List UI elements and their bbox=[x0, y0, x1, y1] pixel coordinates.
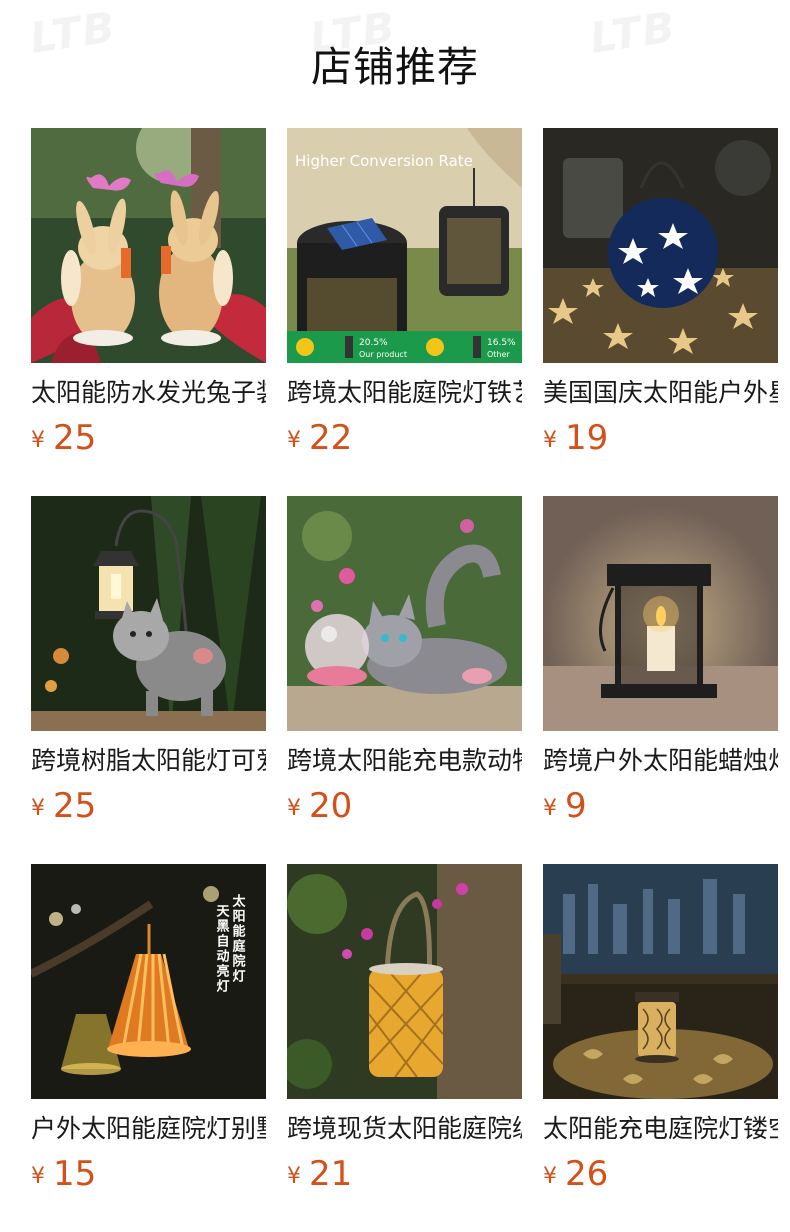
product-name[interactable]: 跨境太阳能充电款动物灯 bbox=[287, 744, 522, 778]
currency-symbol: ¥ bbox=[287, 428, 301, 453]
image-caption: Our product bbox=[359, 350, 407, 359]
product-card[interactable]: Higher Conversion Rate 20.5% Our product bbox=[287, 128, 522, 496]
product-card[interactable]: 太阳能防水发光兔子装饰灯 ¥25 bbox=[31, 128, 266, 496]
price-value: 21 bbox=[309, 1154, 353, 1194]
product-card[interactable]: 跨境太阳能充电款动物灯 ¥20 bbox=[287, 496, 522, 864]
currency-symbol: ¥ bbox=[543, 428, 557, 453]
product-price: ¥20 bbox=[287, 786, 522, 826]
product-name[interactable]: 户外太阳能庭院灯别墅装饰 bbox=[31, 1112, 266, 1146]
section-title: 店铺推荐 bbox=[311, 43, 479, 91]
product-card[interactable]: 美国国庆太阳能户外星星灯 ¥19 bbox=[543, 128, 778, 496]
image-caption: Other bbox=[487, 350, 510, 359]
price-value: 15 bbox=[53, 1154, 97, 1194]
product-image-cat-ball[interactable] bbox=[287, 496, 522, 731]
product-price: ¥25 bbox=[31, 786, 266, 826]
price-value: 19 bbox=[565, 418, 609, 458]
product-name[interactable]: 跨境树脂太阳能灯可爱猫咪 bbox=[31, 744, 266, 778]
price-value: 25 bbox=[53, 418, 97, 458]
product-image-balcony-lantern[interactable] bbox=[543, 864, 778, 1099]
product-name[interactable]: 太阳能防水发光兔子装饰灯 bbox=[31, 376, 266, 410]
image-caption: 太阳能庭院灯 bbox=[230, 893, 247, 984]
product-grid: 太阳能防水发光兔子装饰灯 ¥25 Higher Conversion Rate bbox=[31, 128, 779, 1232]
product-image-star-lantern[interactable] bbox=[543, 128, 778, 363]
product-price: ¥19 bbox=[543, 418, 778, 458]
product-card[interactable]: 太阳能庭院灯 天黑自动亮灯 户外太阳能庭院灯别墅装饰 ¥15 bbox=[31, 864, 266, 1232]
product-price: ¥15 bbox=[31, 1154, 266, 1194]
product-image-rabbit-light[interactable] bbox=[31, 128, 266, 363]
product-name[interactable]: 跨境户外太阳能蜡烛灯 bbox=[543, 744, 778, 778]
currency-symbol: ¥ bbox=[31, 796, 45, 821]
price-value: 20 bbox=[309, 786, 353, 826]
image-caption: 16.5% bbox=[487, 338, 516, 348]
product-card[interactable]: 跨境树脂太阳能灯可爱猫咪 ¥25 bbox=[31, 496, 266, 864]
currency-symbol: ¥ bbox=[31, 1164, 45, 1189]
image-caption: 天黑自动亮灯 bbox=[214, 904, 230, 994]
price-value: 22 bbox=[309, 418, 353, 458]
product-price: ¥9 bbox=[543, 786, 778, 826]
product-price: ¥21 bbox=[287, 1154, 522, 1194]
product-name[interactable]: 美国国庆太阳能户外星星灯 bbox=[543, 376, 778, 410]
product-image-candle-lantern[interactable] bbox=[543, 496, 778, 731]
currency-symbol: ¥ bbox=[543, 796, 557, 821]
product-name[interactable]: 太阳能充电庭院灯镂空投影 bbox=[543, 1112, 778, 1146]
currency-symbol: ¥ bbox=[543, 1164, 557, 1189]
currency-symbol: ¥ bbox=[287, 1164, 301, 1189]
product-card[interactable]: 太阳能充电庭院灯镂空投影 ¥26 bbox=[543, 864, 778, 1232]
product-price: ¥22 bbox=[287, 418, 522, 458]
product-name[interactable]: 跨境太阳能庭院灯铁艺手提灯 bbox=[287, 376, 522, 410]
product-card[interactable]: 跨境户外太阳能蜡烛灯 ¥9 bbox=[543, 496, 778, 864]
price-value: 9 bbox=[565, 786, 587, 826]
price-value: 26 bbox=[565, 1154, 609, 1194]
currency-symbol: ¥ bbox=[287, 796, 301, 821]
product-card[interactable]: 跨境现货太阳能庭院编织灯 ¥21 bbox=[287, 864, 522, 1232]
image-caption: 20.5% bbox=[359, 338, 388, 348]
image-caption: Higher Conversion Rate bbox=[295, 152, 473, 170]
product-price: ¥26 bbox=[543, 1154, 778, 1194]
product-image-cat-lantern[interactable] bbox=[31, 496, 266, 731]
product-image-solar-lantern[interactable]: Higher Conversion Rate 20.5% Our product bbox=[287, 128, 522, 363]
price-value: 25 bbox=[53, 786, 97, 826]
product-price: ¥25 bbox=[31, 418, 266, 458]
currency-symbol: ¥ bbox=[31, 428, 45, 453]
product-name[interactable]: 跨境现货太阳能庭院编织灯 bbox=[287, 1112, 522, 1146]
product-image-woven-lantern[interactable] bbox=[287, 864, 522, 1099]
product-image-pendant-lamp[interactable]: 太阳能庭院灯 天黑自动亮灯 bbox=[31, 864, 266, 1099]
